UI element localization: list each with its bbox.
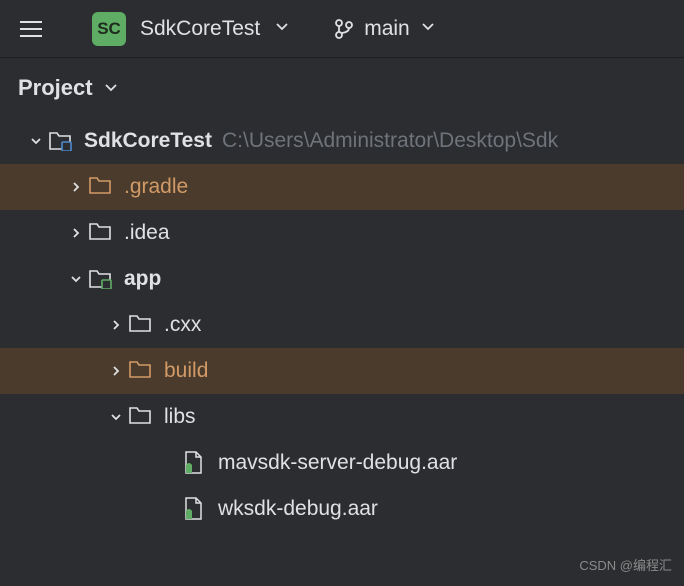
tree-label: build bbox=[164, 359, 208, 383]
chevron-right-icon[interactable] bbox=[64, 226, 88, 240]
folder-icon bbox=[128, 313, 152, 337]
tree-label: SdkCoreTest bbox=[84, 129, 212, 153]
chevron-right-icon[interactable] bbox=[104, 318, 128, 332]
tree-label: libs bbox=[164, 405, 196, 429]
tree-row-root[interactable]: SdkCoreTest C:\Users\Administrator\Deskt… bbox=[0, 118, 684, 164]
module-folder-icon bbox=[48, 129, 72, 153]
chevron-down-icon[interactable] bbox=[274, 18, 290, 39]
chevron-down-icon bbox=[420, 18, 436, 39]
aar-file-icon bbox=[182, 497, 206, 521]
watermark-text: CSDN @编程汇 bbox=[579, 555, 672, 574]
folder-icon bbox=[128, 405, 152, 429]
chevron-right-icon[interactable] bbox=[64, 180, 88, 194]
tree-row-libs[interactable]: libs bbox=[0, 394, 684, 440]
module-folder-icon bbox=[88, 267, 112, 291]
tree-row-idea[interactable]: .idea bbox=[0, 210, 684, 256]
tree-label: .cxx bbox=[164, 313, 201, 337]
project-path: C:\Users\Administrator\Desktop\Sdk bbox=[222, 129, 558, 153]
tree-label: app bbox=[124, 267, 161, 291]
tree-label: .gradle bbox=[124, 175, 188, 199]
hamburger-menu-icon[interactable] bbox=[14, 15, 48, 43]
aar-file-icon bbox=[182, 451, 206, 475]
git-branch-icon bbox=[334, 18, 354, 40]
folder-icon bbox=[88, 221, 112, 245]
tree-row-app[interactable]: app bbox=[0, 256, 684, 302]
tree-row-gradle[interactable]: .gradle bbox=[0, 164, 684, 210]
branch-name-label: main bbox=[364, 17, 410, 41]
folder-icon bbox=[88, 175, 112, 199]
panel-title: Project bbox=[18, 75, 93, 101]
tree-label: mavsdk-server-debug.aar bbox=[218, 451, 457, 475]
chevron-down-icon[interactable] bbox=[104, 410, 128, 424]
chevron-right-icon[interactable] bbox=[104, 364, 128, 378]
tree-row-cxx[interactable]: .cxx bbox=[0, 302, 684, 348]
tree-label: wksdk-debug.aar bbox=[218, 497, 378, 521]
tree-label: .idea bbox=[124, 221, 170, 245]
tree-row-file[interactable]: wksdk-debug.aar bbox=[0, 486, 684, 532]
chevron-down-icon[interactable] bbox=[64, 272, 88, 286]
project-selector-label[interactable]: SdkCoreTest bbox=[140, 17, 260, 41]
branch-selector[interactable]: main bbox=[334, 17, 436, 41]
tree-row-file[interactable]: mavsdk-server-debug.aar bbox=[0, 440, 684, 486]
project-badge[interactable]: SC bbox=[92, 12, 126, 46]
project-panel-header[interactable]: Project bbox=[0, 58, 684, 118]
chevron-down-icon[interactable] bbox=[24, 134, 48, 148]
chevron-down-icon bbox=[103, 75, 119, 101]
project-tree: SdkCoreTest C:\Users\Administrator\Deskt… bbox=[0, 118, 684, 532]
main-toolbar: SC SdkCoreTest main bbox=[0, 0, 684, 58]
folder-icon bbox=[128, 359, 152, 383]
tree-row-build[interactable]: build bbox=[0, 348, 684, 394]
